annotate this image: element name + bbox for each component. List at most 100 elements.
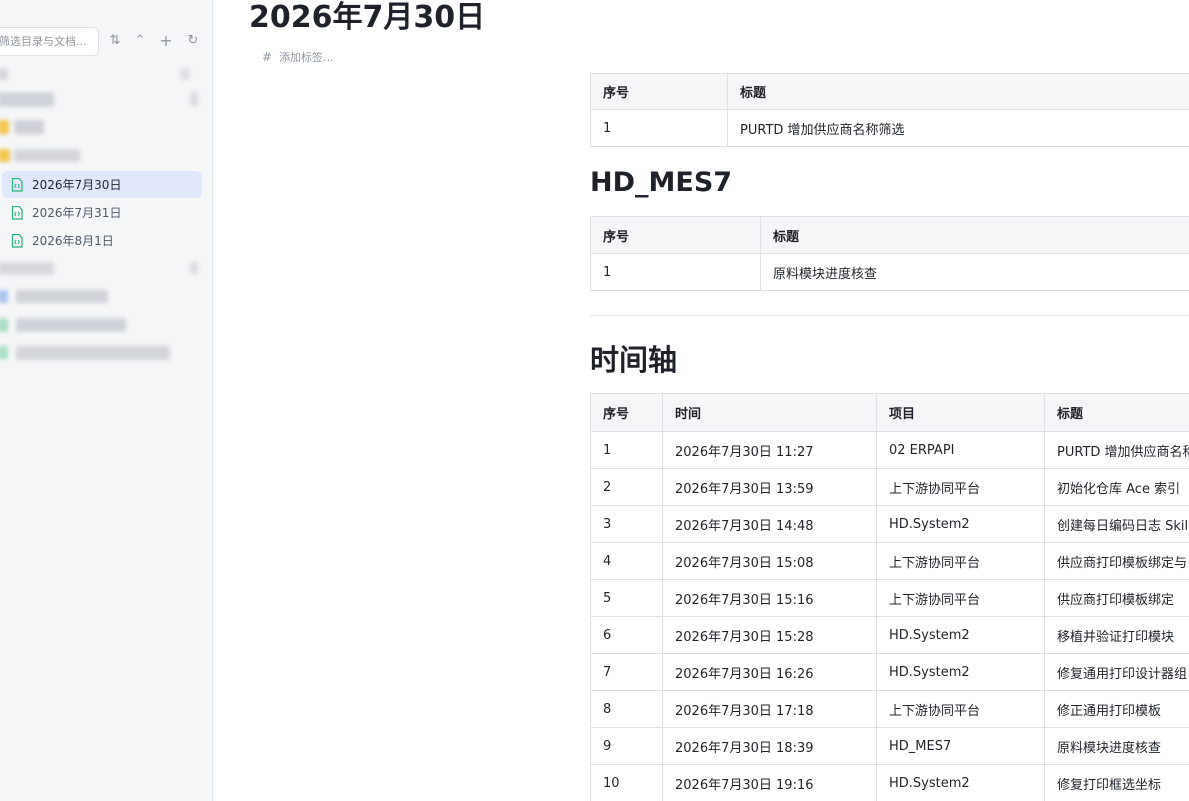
table-cell: HD.System2 bbox=[876, 505, 1045, 543]
table-cell: 2026年7月30日 16:26 bbox=[662, 653, 877, 691]
table-header: 序号 bbox=[590, 393, 663, 432]
table-cell: 创建每日编码日志 Skill bbox=[1044, 505, 1189, 543]
table-cell: 移植并验证打印模块 bbox=[1044, 616, 1189, 654]
redacted-tree-item bbox=[16, 346, 170, 360]
table-row: 9 2026年7月30日 18:39 HD_MES7 原料模块进度核查 bbox=[590, 727, 1189, 765]
table-cell: 2026年7月30日 17:18 bbox=[662, 690, 877, 728]
section-heading: HD_MES7 bbox=[590, 167, 733, 198]
section-table: 序号 标题 1 原料模块进度核查 bbox=[590, 216, 1189, 291]
table-header-row: 序号 时间 项目 标题 bbox=[590, 393, 1189, 432]
table-cell: 2026年7月30日 14:48 bbox=[662, 505, 877, 543]
add-tag-label: 添加标签... bbox=[279, 51, 334, 64]
redacted-tree-item bbox=[0, 68, 8, 80]
redacted-tree-item bbox=[0, 262, 54, 275]
table-cell: 5 bbox=[590, 579, 663, 617]
redacted-tree-item bbox=[190, 92, 198, 106]
document-icon bbox=[11, 205, 23, 220]
table-cell: 2026年7月30日 19:16 bbox=[662, 764, 877, 801]
redacted-tree-item bbox=[0, 92, 54, 107]
table-cell: 2026年7月30日 15:28 bbox=[662, 616, 877, 654]
redacted-tree-item bbox=[16, 318, 126, 332]
refresh-icon[interactable]: ↻ bbox=[184, 32, 202, 50]
table-cell: HD_MES7 bbox=[876, 727, 1045, 765]
table-header-row: 序号 标题 bbox=[590, 216, 1189, 254]
collapse-all-icon[interactable]: ⌃ bbox=[131, 32, 149, 50]
table-cell: 上下游协同平台 bbox=[876, 690, 1045, 728]
table-cell: 上下游协同平台 bbox=[876, 579, 1045, 617]
redacted-tree-item bbox=[180, 68, 190, 80]
document-icon bbox=[11, 177, 23, 192]
page-title: 2026年7月30日 bbox=[249, 0, 486, 35]
table-cell: HD.System2 bbox=[876, 653, 1045, 691]
table-cell: 4 bbox=[590, 542, 663, 580]
redacted-doc-icon bbox=[0, 318, 8, 332]
table-row: 8 2026年7月30日 17:18 上下游协同平台 修正通用打印模板 bbox=[590, 690, 1189, 728]
doc-item-2026-08-01[interactable]: 2026年8月1日 bbox=[2, 227, 202, 254]
table-cell: 供应商打印模板绑定与 bbox=[1044, 542, 1189, 580]
hash-icon: # bbox=[262, 50, 273, 64]
doc-item-2026-07-30[interactable]: 2026年7月30日 bbox=[2, 171, 202, 198]
timeline-heading: 时间轴 bbox=[590, 343, 678, 377]
table-row: 1 PURTD 增加供应商名称筛选 bbox=[590, 109, 1189, 147]
table-cell: 2026年7月30日 15:08 bbox=[662, 542, 877, 580]
table-row: 10 2026年7月30日 19:16 HD.System2 修复打印框选坐标 bbox=[590, 764, 1189, 801]
table-cell: HD.System2 bbox=[876, 764, 1045, 801]
table-cell: 9 bbox=[590, 727, 663, 765]
table-cell: 8 bbox=[590, 690, 663, 728]
table-cell: 上下游协同平台 bbox=[876, 468, 1045, 506]
divider bbox=[590, 315, 1189, 316]
table-header: 标题 bbox=[727, 73, 1189, 110]
redacted-tree-item bbox=[14, 149, 80, 162]
doc-item-label: 2026年7月31日 bbox=[32, 206, 122, 220]
sidebar: 筛选目录与文档... ⇅ ⌃ + ↻ 2026年7月30日 2026年7月31日… bbox=[0, 0, 213, 801]
add-icon[interactable]: + bbox=[157, 32, 175, 50]
table-cell: PURTD 增加供应商名称筛选 bbox=[1044, 431, 1189, 469]
table-cell: 02 ERPAPI bbox=[876, 431, 1045, 469]
redacted-tree-item bbox=[14, 120, 44, 134]
table-cell: 1 bbox=[590, 109, 728, 147]
table-row: 6 2026年7月30日 15:28 HD.System2 移植并验证打印模块 bbox=[590, 616, 1189, 654]
table-cell: 1 bbox=[590, 253, 761, 291]
table-row: 4 2026年7月30日 15:08 上下游协同平台 供应商打印模板绑定与 bbox=[590, 542, 1189, 580]
redacted-tree-item bbox=[16, 290, 108, 303]
table-header: 项目 bbox=[876, 393, 1045, 432]
document-icon bbox=[11, 233, 23, 248]
doc-item-label: 2026年8月1日 bbox=[32, 234, 114, 248]
table-cell: 1 bbox=[590, 431, 663, 469]
redacted-folder-icon bbox=[0, 120, 9, 134]
table-cell: 初始化仓库 Ace 索引 bbox=[1044, 468, 1189, 506]
table-cell: 修正通用打印模板 bbox=[1044, 690, 1189, 728]
doc-item-2026-07-31[interactable]: 2026年7月31日 bbox=[2, 199, 202, 226]
table-cell: 供应商打印模板绑定 bbox=[1044, 579, 1189, 617]
table-cell: 2026年7月30日 13:59 bbox=[662, 468, 877, 506]
table-cell: 2026年7月30日 18:39 bbox=[662, 727, 877, 765]
table-row: 12026年7月30日 11:2702 ERPAPIPURTD 增加供应商名称筛… bbox=[590, 431, 1189, 469]
table-cell: 原料模块进度核查 bbox=[1044, 727, 1189, 765]
table-row: 3 2026年7月30日 14:48 HD.System2 创建每日编码日志 Skil… bbox=[590, 505, 1189, 543]
document-content: 序号 标题 1 PURTD 增加供应商名称筛选 HD_MES7 序号 标题 1 … bbox=[590, 0, 1189, 801]
sort-icon[interactable]: ⇅ bbox=[106, 32, 124, 50]
table-row: 1 原料模块进度核查 bbox=[590, 253, 1189, 291]
filter-search-input[interactable]: 筛选目录与文档... bbox=[0, 27, 99, 56]
redacted-doc-icon bbox=[0, 290, 8, 303]
table-cell: 3 bbox=[590, 505, 663, 543]
table-header: 时间 bbox=[662, 393, 877, 432]
redacted-doc-icon bbox=[0, 346, 8, 359]
table-cell: PURTD 增加供应商名称筛选 bbox=[727, 109, 1189, 147]
add-tag-button[interactable]: # 添加标签... bbox=[262, 49, 334, 65]
redacted-folder-icon bbox=[0, 149, 10, 162]
table-header: 序号 bbox=[590, 216, 761, 254]
table-row: 7 2026年7月30日 16:26 HD.System2 修复通用打印设计器组 bbox=[590, 653, 1189, 691]
table-cell: 7 bbox=[590, 653, 663, 691]
table-header-row: 序号 标题 bbox=[590, 73, 1189, 110]
table-cell: 6 bbox=[590, 616, 663, 654]
table-cell: 上下游协同平台 bbox=[876, 542, 1045, 580]
table-cell: HD.System2 bbox=[876, 616, 1045, 654]
table-header: 序号 bbox=[590, 73, 728, 110]
table-cell: 2026年7月30日 15:16 bbox=[662, 579, 877, 617]
project-table: 序号 标题 1 PURTD 增加供应商名称筛选 bbox=[590, 73, 1189, 147]
timeline-table: 序号 时间 项目 标题 1 2026年7月30日 11:27 02 ERPAPI PU… bbox=[590, 393, 1189, 801]
table-cell: 10 bbox=[590, 764, 663, 801]
table-cell: 修复打印框选坐标 bbox=[1044, 764, 1189, 801]
table-row: 2 2026年7月30日 13:59 上下游协同平台 初始化仓库 Ace 索引 bbox=[590, 468, 1189, 506]
